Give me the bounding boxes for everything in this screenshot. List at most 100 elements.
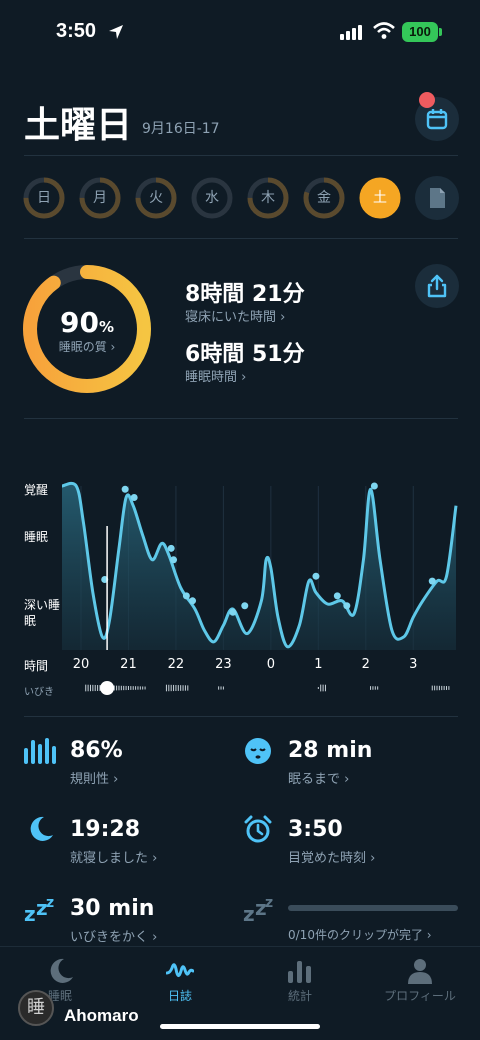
day-label: 日 [37, 190, 51, 206]
cellular-signal-icon [340, 25, 362, 40]
tab-label: 日誌 [167, 989, 192, 1003]
calendar-icon [426, 109, 448, 130]
event-marker[interactable] [312, 572, 320, 580]
x-tick-label: 3 [409, 657, 418, 672]
sleep-quality-label[interactable]: 睡眠の質 › [22, 338, 152, 355]
day-selector-4[interactable]: 木 [246, 176, 290, 220]
status-time: 3:50 [56, 20, 97, 42]
tab-stats[interactable]: 統計 [240, 947, 360, 1007]
location-arrow-icon [109, 25, 123, 39]
week-selector: 日月火水木金土 [0, 176, 480, 220]
time-asleep-value: 6時間 51分 [185, 342, 305, 367]
time-asleep-label[interactable]: 睡眠時間 › [185, 366, 246, 385]
sleep-area [62, 483, 456, 650]
divider [24, 155, 458, 156]
status-bar: 3:50 100 [0, 0, 480, 64]
day-label: 木 [261, 190, 275, 206]
day-label: 火 [149, 190, 163, 206]
day-selector-2[interactable]: 火 [134, 176, 178, 220]
event-marker[interactable] [370, 482, 378, 490]
day-selector-0[interactable]: 日 [22, 176, 66, 220]
snore-zzz-icon: z zz [24, 895, 54, 923]
wave-icon [166, 963, 194, 977]
wifi-icon [373, 22, 395, 39]
svg-text:z: z [24, 902, 36, 923]
x-tick-label: 21 [120, 657, 137, 672]
event-marker[interactable] [189, 597, 197, 605]
divider [24, 238, 458, 239]
event-marker[interactable] [182, 592, 190, 600]
clips-zzz-icon: z zz [243, 895, 273, 923]
quality-number: 90 [60, 306, 99, 339]
divider [24, 418, 458, 419]
bedtime-value: 19:28 [70, 817, 141, 842]
page-title: 土曜日 [24, 105, 133, 146]
tab-label: 統計 [287, 989, 312, 1003]
alarm-clock-icon [244, 815, 272, 843]
watermark-seal: 睡 [18, 990, 54, 1026]
snore-duration-value: 30 min [70, 896, 155, 921]
event-marker[interactable] [170, 556, 178, 564]
tab-journal[interactable]: 日誌 [120, 947, 240, 1007]
moon-icon [30, 816, 53, 841]
day-selector-3[interactable]: 水 [190, 176, 234, 220]
fall-asleep-value: 28 min [288, 738, 373, 763]
x-tick-label: 0 [266, 657, 275, 672]
bar-chart-icon [288, 961, 311, 983]
bedtime-label[interactable]: 就寝しました › [70, 847, 157, 866]
day-selector-1[interactable]: 月 [78, 176, 122, 220]
day-label: 月 [93, 190, 107, 206]
tab-label: プロフィール [384, 989, 456, 1003]
svg-text:z: z [265, 895, 273, 911]
document-icon [430, 188, 445, 208]
sleepy-face-icon [245, 738, 271, 764]
snore-row-label: いびき [24, 687, 54, 698]
event-marker[interactable] [229, 608, 237, 616]
fall-asleep-label[interactable]: 眠るまで › [288, 768, 349, 787]
moon-icon [50, 958, 73, 983]
day-label: 金 [317, 190, 331, 206]
x-tick-label: 23 [215, 657, 232, 672]
home-indicator[interactable] [160, 1024, 320, 1029]
snore-scrubber-knob[interactable] [100, 681, 115, 695]
day-label: 土 [373, 190, 387, 206]
wake-time-value: 3:50 [288, 817, 343, 842]
date-range: 9月16日-17 [142, 121, 220, 137]
clips-progress-bar [288, 905, 458, 911]
x-tick-label: 22 [167, 657, 185, 672]
regularity-icon [24, 738, 56, 764]
time-in-bed-value: 8時間 21分 [185, 282, 305, 307]
watermark-text: Ahomaro [64, 1006, 139, 1025]
battery-indicator: 100 [402, 22, 438, 42]
tab-profile[interactable]: プロフィール [360, 947, 480, 1007]
event-marker[interactable] [167, 544, 175, 552]
snore-duration-label[interactable]: いびきをかく › [70, 926, 157, 945]
x-tick-label: 1 [314, 657, 323, 672]
day-selector-5[interactable]: 金 [302, 176, 346, 220]
event-marker[interactable] [121, 485, 129, 493]
share-button[interactable] [415, 264, 459, 308]
share-icon [427, 274, 447, 298]
regularity-value: 86% [70, 738, 123, 763]
event-marker[interactable] [333, 592, 341, 600]
tab-sleep[interactable]: 睡眠 [0, 947, 120, 1007]
event-marker[interactable] [241, 602, 249, 610]
svg-text:z: z [243, 902, 255, 923]
event-marker[interactable] [343, 602, 351, 610]
regularity-label[interactable]: 規則性 › [70, 768, 118, 787]
divider [24, 716, 458, 717]
event-marker[interactable] [130, 493, 138, 501]
day-selector-6[interactable]: 土 [358, 176, 402, 220]
x-axis-title: 時間 [24, 659, 49, 673]
quality-unit: % [98, 318, 114, 336]
clips-progress-label[interactable]: 0/10件のクリップが完了 › [288, 926, 432, 943]
time-in-bed-label[interactable]: 寝床にいた時間 › [185, 306, 285, 325]
event-marker[interactable] [428, 577, 436, 585]
notification-dot [419, 92, 435, 108]
person-icon [408, 959, 432, 984]
report-button[interactable] [415, 176, 459, 220]
svg-text:z: z [46, 895, 54, 911]
battery-tip [439, 28, 442, 36]
wake-time-label[interactable]: 目覚めた時刻 › [288, 847, 375, 866]
x-tick-label: 20 [72, 657, 90, 672]
